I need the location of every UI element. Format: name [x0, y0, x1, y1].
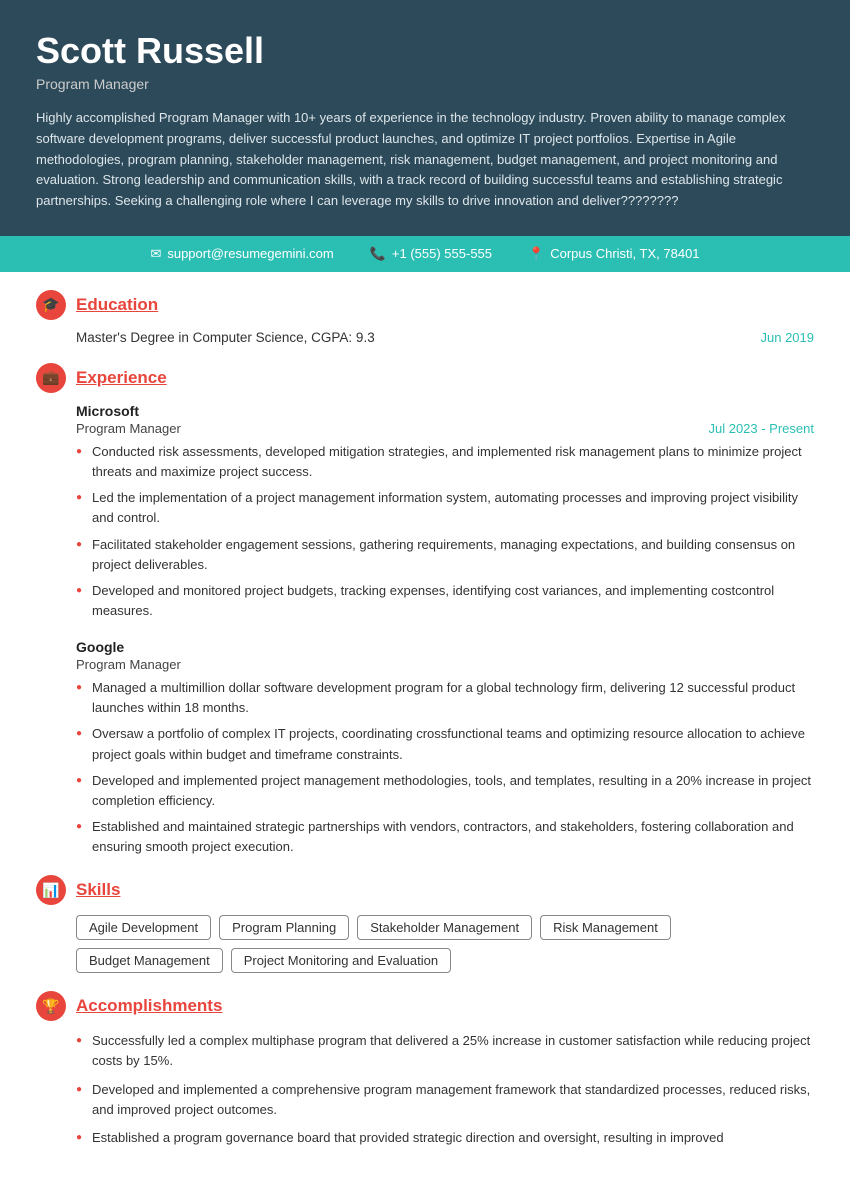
experience-title: Experience — [76, 368, 167, 388]
location-value: Corpus Christi, TX, 78401 — [550, 246, 699, 261]
accomplishment-item: Successfully led a complex multiphase pr… — [76, 1031, 814, 1071]
role-microsoft: Program Manager — [76, 421, 181, 436]
accomplishments-list: Successfully led a complex multiphase pr… — [36, 1031, 814, 1148]
bullet-item: Led the implementation of a project mana… — [76, 488, 814, 528]
skills-container: Agile Development Program Planning Stake… — [36, 915, 814, 973]
accomplishments-title: Accomplishments — [76, 996, 222, 1016]
accomplishments-icon: 🏆 — [36, 991, 66, 1021]
education-title: Education — [76, 295, 158, 315]
skill-tag: Budget Management — [76, 948, 223, 973]
experience-entry-google: Google Program Manager Managed a multimi… — [36, 639, 814, 857]
experience-icon: 💼 — [36, 363, 66, 393]
main-content: 🎓 Education Master's Degree in Computer … — [0, 272, 850, 1196]
experience-entry-microsoft: Microsoft Program Manager Jul 2023 - Pre… — [36, 403, 814, 621]
skill-tag: Stakeholder Management — [357, 915, 532, 940]
skill-tag: Agile Development — [76, 915, 211, 940]
skills-icon: 📊 — [36, 875, 66, 905]
bullets-microsoft: Conducted risk assessments, developed mi… — [76, 442, 814, 621]
bullet-item: Oversaw a portfolio of complex IT projec… — [76, 724, 814, 764]
role-google: Program Manager — [76, 657, 181, 672]
skills-title: Skills — [76, 880, 120, 900]
email-value: support@resumegemini.com — [167, 246, 333, 261]
accomplishments-header: 🏆 Accomplishments — [36, 991, 814, 1021]
dates-microsoft: Jul 2023 - Present — [708, 421, 814, 436]
location-icon: 📍 — [528, 246, 544, 262]
skill-tag: Risk Management — [540, 915, 671, 940]
bullet-item: Established and maintained strategic par… — [76, 817, 814, 857]
bullet-item: Developed and monitored project budgets,… — [76, 581, 814, 621]
bullet-item: Managed a multimillion dollar software d… — [76, 678, 814, 718]
bullet-item: Conducted risk assessments, developed mi… — [76, 442, 814, 482]
bullet-item: Facilitated stakeholder engagement sessi… — [76, 535, 814, 575]
experience-header: 💼 Experience — [36, 363, 814, 393]
company-name-google: Google — [76, 639, 814, 655]
skill-tag: Project Monitoring and Evaluation — [231, 948, 451, 973]
candidate-title: Program Manager — [36, 76, 814, 92]
bullet-item: Developed and implemented project manage… — [76, 771, 814, 811]
education-header: 🎓 Education — [36, 290, 814, 320]
company-name-microsoft: Microsoft — [76, 403, 814, 419]
education-degree: Master's Degree in Computer Science, CGP… — [76, 330, 375, 345]
skills-section: 📊 Skills Agile Development Program Plann… — [36, 875, 814, 973]
contact-email: ✉ support@resumegemini.com — [150, 246, 333, 262]
education-icon: 🎓 — [36, 290, 66, 320]
contact-location: 📍 Corpus Christi, TX, 78401 — [528, 246, 700, 262]
experience-section: 💼 Experience Microsoft Program Manager J… — [36, 363, 814, 857]
phone-value: +1 (555) 555-555 — [392, 246, 492, 261]
phone-icon: 📞 — [370, 246, 386, 262]
header-section: Scott Russell Program Manager Highly acc… — [0, 0, 850, 236]
bullets-google: Managed a multimillion dollar software d… — [76, 678, 814, 857]
skills-header: 📊 Skills — [36, 875, 814, 905]
education-date: Jun 2019 — [761, 330, 815, 345]
contact-phone: 📞 +1 (555) 555-555 — [370, 246, 492, 262]
contact-bar: ✉ support@resumegemini.com 📞 +1 (555) 55… — [0, 236, 850, 272]
accomplishment-item: Established a program governance board t… — [76, 1128, 814, 1148]
role-row-microsoft: Program Manager Jul 2023 - Present — [76, 421, 814, 436]
accomplishments-section: 🏆 Accomplishments Successfully led a com… — [36, 991, 814, 1148]
role-row-google: Program Manager — [76, 657, 814, 672]
education-row: Master's Degree in Computer Science, CGP… — [36, 330, 814, 345]
email-icon: ✉ — [150, 246, 161, 262]
candidate-summary: Highly accomplished Program Manager with… — [36, 108, 814, 212]
education-section: 🎓 Education Master's Degree in Computer … — [36, 290, 814, 345]
skill-tag: Program Planning — [219, 915, 349, 940]
candidate-name: Scott Russell — [36, 30, 814, 72]
